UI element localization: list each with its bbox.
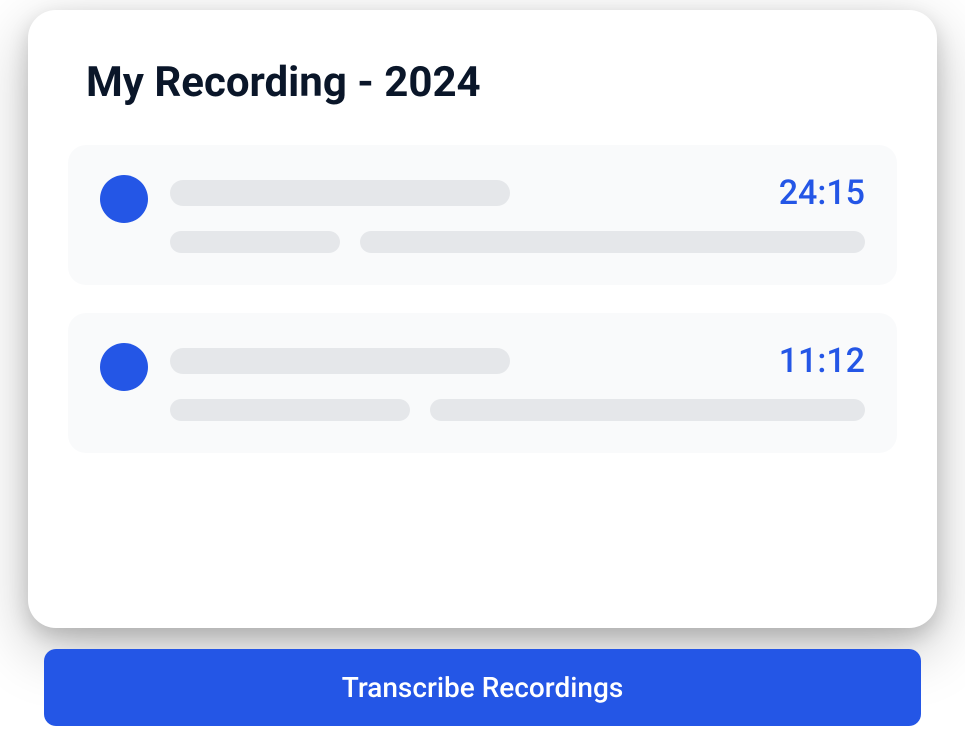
recording-detail-placeholder: [170, 399, 410, 421]
recording-detail-row: [170, 399, 865, 421]
page-title: My Recording - 2024: [68, 58, 897, 107]
recording-status-icon: [100, 343, 148, 391]
recording-detail-row: [170, 231, 865, 253]
recording-duration: 24:15: [779, 173, 865, 213]
recording-content: 11:12: [170, 341, 865, 421]
recording-detail-placeholder: [170, 231, 340, 253]
recording-detail-placeholder: [430, 399, 865, 421]
transcribe-button[interactable]: Transcribe Recordings: [44, 649, 921, 726]
recordings-card: My Recording - 2024 24:15 11:12: [28, 10, 937, 628]
app-container: My Recording - 2024 24:15 11:12: [0, 10, 965, 744]
recording-title-placeholder: [170, 180, 510, 206]
recording-content: 24:15: [170, 173, 865, 253]
recording-detail-placeholder: [360, 231, 865, 253]
recording-header-row: 11:12: [170, 341, 865, 381]
recording-item[interactable]: 24:15: [68, 145, 897, 285]
recording-item[interactable]: 11:12: [68, 313, 897, 453]
recording-header-row: 24:15: [170, 173, 865, 213]
recording-status-icon: [100, 175, 148, 223]
recording-duration: 11:12: [779, 341, 865, 381]
recording-title-placeholder: [170, 348, 510, 374]
